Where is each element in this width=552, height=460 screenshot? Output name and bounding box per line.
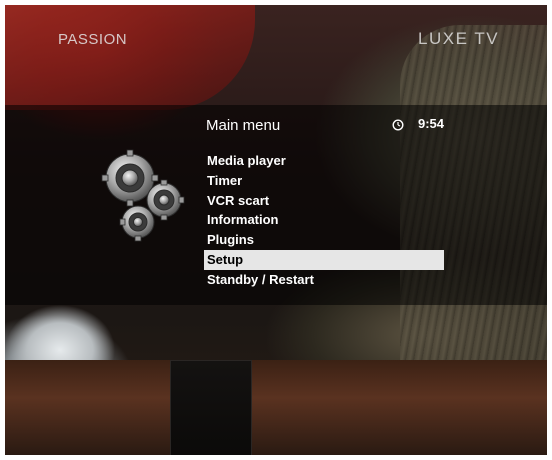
menu-item-standby-restart[interactable]: Standby / Restart [204, 270, 444, 290]
background-table [5, 360, 547, 455]
menu-title: Main menu [206, 117, 281, 134]
menu-item-information[interactable]: Information [204, 210, 444, 230]
channel-logo-right: LUXE TV [418, 29, 500, 48]
menu-item-setup[interactable]: Setup [204, 249, 444, 270]
gears-icon [100, 148, 185, 243]
background-robe [5, 5, 255, 110]
menu-item-media-player[interactable]: Media player [204, 151, 444, 171]
main-menu-list: Media player Timer VCR scart Information… [204, 151, 444, 290]
channel-logo-left: PASSION [58, 31, 128, 48]
menu-item-plugins[interactable]: Plugins [204, 230, 444, 250]
menu-item-timer[interactable]: Timer [204, 171, 444, 191]
background-holder [170, 360, 252, 455]
clock-icon [392, 118, 404, 131]
menu-item-vcr-scart[interactable]: VCR scart [204, 191, 444, 211]
clock-time: 9:54 [418, 116, 445, 131]
